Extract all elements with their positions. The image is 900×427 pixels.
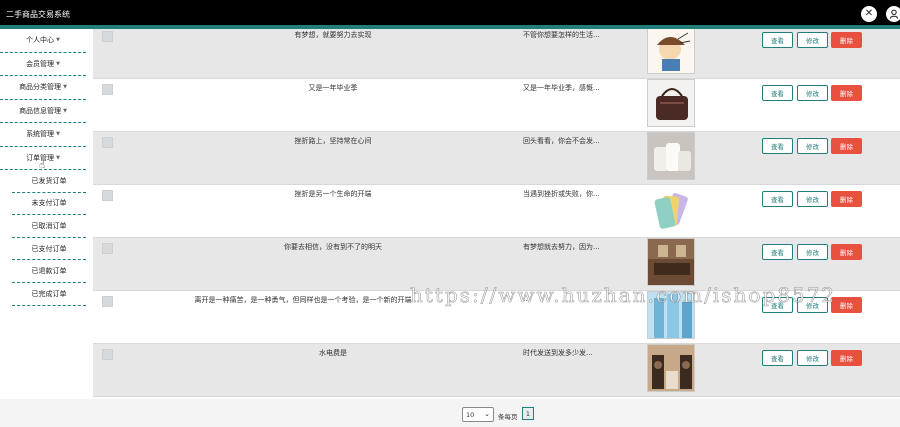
submenu-refunded-orders[interactable]: 已退款订单 — [12, 260, 86, 283]
sidebar-item-members[interactable]: 会员管理 ▼ — [0, 53, 86, 76]
delete-button[interactable]: 删除 — [831, 138, 862, 154]
edit-button[interactable]: 修改 — [797, 350, 828, 366]
view-button[interactable]: 查看 — [762, 350, 793, 366]
view-button[interactable]: 查看 — [762, 191, 793, 207]
edit-button[interactable]: 修改 — [797, 85, 828, 101]
sidebar: 个人中心 ▼ 会员管理 ▼ 商品分类管理 ▼ 商品信息管理 ▼ 系统管理 ▼ 订单管理 ▼ … — [0, 29, 93, 399]
edit-button[interactable]: 修改 — [797, 191, 828, 207]
view-button[interactable]: 查看 — [762, 85, 793, 101]
view-button[interactable]: 查看 — [762, 244, 793, 260]
chevron-down-icon: ⌄ — [484, 410, 490, 418]
caret-down-icon: ▼ — [63, 84, 67, 91]
row-checkbox[interactable] — [102, 296, 113, 307]
row-checkbox[interactable] — [102, 84, 113, 95]
top-bar: 二手商品交易系统 ✕ — [0, 0, 900, 29]
page-size-select[interactable]: 10 ⌄ — [462, 407, 494, 422]
product-image — [647, 344, 695, 392]
submenu-unpaid-orders[interactable]: 未支付订单 — [12, 193, 86, 216]
close-icon[interactable]: ✕ — [861, 6, 877, 22]
product-image — [647, 185, 695, 233]
delete-button[interactable]: 删除 — [831, 32, 862, 48]
watermark: https://www.huzhan.com/ishop8572 — [410, 283, 837, 308]
product-image — [647, 79, 695, 127]
delete-button[interactable]: 删除 — [831, 85, 862, 101]
row-checkbox[interactable] — [102, 31, 113, 42]
row-title: 水电费是 — [319, 349, 347, 357]
table-row: 挫折路上，坚持常在心间 回头看看，你会不会发... 查看 修改 删除 — [93, 132, 900, 185]
edit-button[interactable]: 修改 — [797, 32, 828, 48]
row-checkbox[interactable] — [102, 137, 113, 148]
delete-button[interactable]: 删除 — [831, 191, 862, 207]
sidebar-item-label: 商品信息管理 — [19, 106, 62, 115]
page-number-button[interactable]: 1 — [522, 407, 534, 420]
delete-button[interactable]: 删除 — [831, 244, 862, 260]
sidebar-item-products[interactable]: 商品信息管理 ▼ — [0, 100, 86, 123]
row-title: 挫折是另一个生命的开端 — [294, 190, 372, 198]
sidebar-item-personal-center[interactable]: 个人中心 ▼ — [0, 29, 86, 53]
delete-button[interactable]: 删除 — [831, 350, 862, 366]
app-title: 二手商品交易系统 — [6, 10, 70, 19]
sidebar-item-label: 商品分类管理 — [19, 83, 62, 92]
caret-down-icon: ▼ — [56, 60, 60, 67]
sidebar-item-categories[interactable]: 商品分类管理 ▼ — [0, 76, 86, 100]
table-row: 水电费是 时代发送到发多少发... 查看 修改 删除 — [93, 344, 900, 397]
row-description: 不管你想要怎样的生活... — [523, 31, 600, 39]
caret-down-icon: ▼ — [63, 107, 67, 114]
sidebar-item-system[interactable]: 系统管理 ▼ — [0, 123, 86, 147]
caret-down-icon: ▼ — [56, 131, 60, 138]
row-title: 有梦想，就要努力去实现 — [294, 31, 372, 39]
submenu-cancelled-orders[interactable]: 已取消订单 — [12, 215, 86, 238]
table-row: 挫折是另一个生命的开端 当遇到挫折或失败，你... 查看 修改 删除 — [93, 185, 900, 238]
caret-down-icon: ▼ — [56, 37, 60, 44]
row-checkbox[interactable] — [102, 243, 113, 254]
product-image — [647, 29, 695, 74]
content-table: 有梦想，就要努力去实现 不管你想要怎样的生活... 查看 修改 删除 又是一年毕… — [93, 29, 900, 399]
edit-button[interactable]: 修改 — [797, 244, 828, 260]
table-row: 又是一年毕业季 又是一年毕业季，感慨... 查看 修改 删除 — [93, 79, 900, 132]
per-page-label: 条每页 — [498, 413, 518, 421]
row-checkbox[interactable] — [102, 349, 113, 360]
page-size-value: 10 — [466, 410, 475, 419]
view-button[interactable]: 查看 — [762, 32, 793, 48]
table-row: 有梦想，就要努力去实现 不管你想要怎样的生活... 查看 修改 删除 — [93, 29, 900, 79]
row-description: 又是一年毕业季，感慨... — [523, 84, 600, 92]
submenu-completed-orders[interactable]: 已完成订单 — [12, 283, 86, 306]
row-description: 有梦想就去努力，因为... — [523, 243, 600, 251]
pagination: 10 ⌄ 条每页 1 — [0, 399, 900, 427]
row-description: 当遇到挫折或失败，你... — [523, 190, 600, 198]
sidebar-item-label: 个人中心 — [26, 36, 55, 45]
sidebar-item-label: 系统管理 — [26, 130, 55, 139]
row-title: 挫折路上，坚持常在心间 — [294, 137, 372, 145]
product-image — [647, 132, 695, 180]
sidebar-item-label: 会员管理 — [26, 59, 55, 68]
view-button[interactable]: 查看 — [762, 138, 793, 154]
row-checkbox[interactable] — [102, 190, 113, 201]
row-title: 又是一年毕业季 — [308, 84, 358, 92]
product-image — [647, 238, 695, 286]
row-title: 你要去相信，没有到不了的明天 — [284, 243, 382, 251]
submenu-shipped-orders[interactable]: 已发货订单 — [12, 170, 86, 193]
row-description: 回头看看，你会不会发... — [523, 137, 600, 145]
mouse-cursor-icon: ☝ — [39, 160, 46, 171]
submenu-paid-orders[interactable]: 已支付订单 — [12, 238, 86, 261]
user-icon[interactable] — [886, 6, 900, 22]
row-description: 时代发送到发多少发... — [523, 349, 593, 357]
edit-button[interactable]: 修改 — [797, 138, 828, 154]
caret-down-icon: ▼ — [56, 154, 60, 161]
